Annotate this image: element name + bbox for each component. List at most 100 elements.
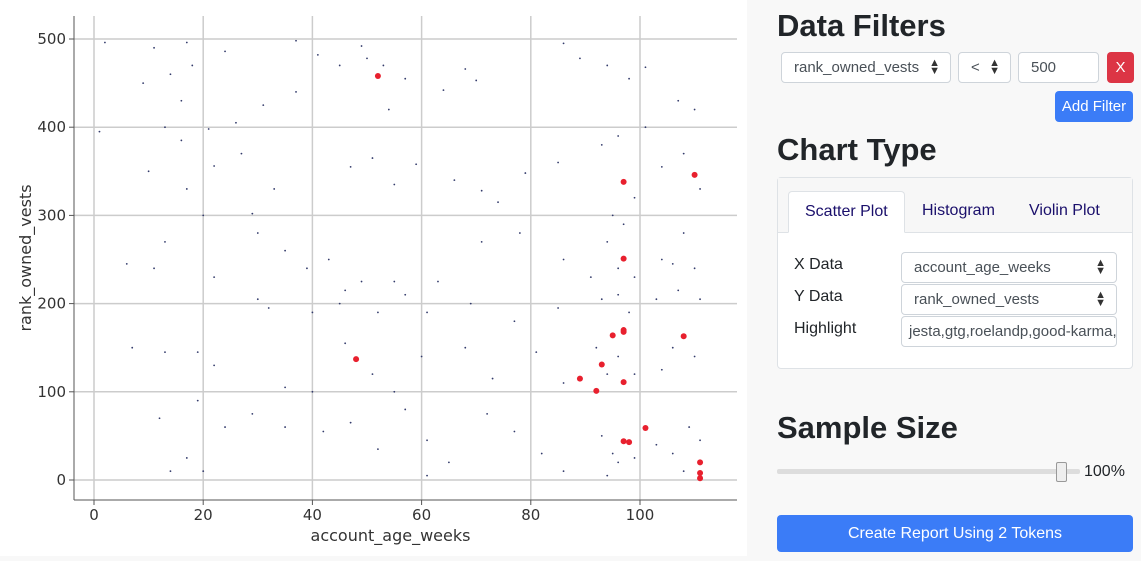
x-tick-label: 60 [412,506,431,524]
data-point [513,430,516,433]
data-point [164,126,166,129]
remove-filter-button[interactable]: X [1107,52,1134,83]
highlighted-point [691,171,698,178]
select-arrows-icon: ▲ ▼ [1095,289,1106,309]
data-point [600,143,603,146]
data-point [338,64,341,67]
data-point [600,435,603,437]
y-axis-label: rank_owned_vests [16,184,36,331]
data-point [693,108,696,111]
data-point [633,196,636,199]
x-tick-label: 100 [626,506,655,524]
data-point [180,99,183,102]
y-tick-label: 0 [56,471,66,489]
data-point [448,461,450,464]
highlighted-point [620,379,627,386]
x-tick-label: 40 [303,506,322,524]
data-point [486,412,489,415]
data-point [393,280,396,283]
data-point [682,470,685,473]
data-point [524,172,527,174]
data-point [393,390,396,393]
filter-value-input[interactable]: 500 [1018,52,1099,83]
highlighted-point [680,333,687,340]
create-report-button[interactable]: Create Report Using 2 Tokens [777,515,1133,552]
data-point [617,461,620,464]
data-point [338,302,341,305]
highlighted-point [593,387,600,394]
x-data-select[interactable]: account_age_weeks ▲ ▼ [901,252,1117,283]
highlighted-point [697,469,704,476]
data-point [284,386,286,389]
data-point [442,89,445,92]
data-point [316,53,319,56]
data-point [611,214,614,217]
x-data-value: account_age_weeks [914,259,1051,276]
chart-type-heading: Chart Type [777,132,937,167]
tab-violin-plot[interactable]: Violin Plot [1013,191,1116,233]
data-point [224,426,226,428]
data-point [404,293,407,296]
data-point [682,152,685,155]
data-point [349,421,352,424]
data-point [131,346,134,349]
data-point [671,452,674,455]
data-point [480,240,483,243]
data-point [180,139,183,142]
data-point [158,417,161,420]
data-point [617,293,620,296]
data-point [475,79,478,82]
data-point [518,232,521,234]
data-point [677,289,680,292]
data-point [693,267,696,270]
highlighted-point [620,255,627,262]
data-point [185,457,188,459]
data-point [420,355,423,358]
data-point [371,373,374,376]
data-point [453,179,456,182]
scatter-chart: 0 20 40 60 80 100 0 100 200 300 400 500 account_age_… [0,0,747,556]
add-filter-button[interactable]: Add Filter [1055,91,1133,122]
y-data-value: rank_owned_vests [914,291,1040,308]
data-point [606,240,609,243]
data-point [606,64,609,67]
chart-type-tabs: Scatter Plot Histogram Violin Plot [778,178,1132,233]
highlighted-point [626,439,633,446]
y-tick-label: 200 [37,295,66,313]
data-point [327,258,330,261]
tab-scatter-plot[interactable]: Scatter Plot [788,191,905,233]
data-point [344,342,347,345]
data-point [311,311,314,314]
data-point [164,351,166,354]
data-point [360,45,363,47]
y-data-select[interactable]: rank_owned_vests ▲ ▼ [901,284,1117,315]
slider-thumb[interactable] [1056,462,1067,482]
data-point [606,373,609,376]
data-point [562,258,565,261]
data-point [191,64,194,67]
data-point [699,298,701,301]
y-tick-label: 100 [37,383,66,401]
data-point [562,382,565,384]
data-point [125,263,128,265]
data-point [415,163,418,166]
tab-histogram[interactable]: Histogram [906,191,1011,233]
filter-operator-value: < [971,59,980,76]
highlighted-point [642,424,649,431]
filter-field-select[interactable]: rank_owned_vests ▲ ▼ [781,52,951,83]
highlight-input[interactable]: jesta,gtg,roelandp,good-karma,t [901,316,1117,347]
data-point [633,457,636,459]
data-point [595,346,598,349]
data-point [469,302,472,305]
highlighted-point [620,328,627,335]
filters-heading: Data Filters [777,8,946,43]
data-point [104,41,106,44]
data-point [628,77,630,80]
data-point [284,249,286,252]
sample-size-slider[interactable] [777,469,1080,474]
data-point [235,121,237,124]
data-point [644,66,647,69]
filter-operator-select[interactable]: < ▲ ▼ [958,52,1011,83]
highlight-label: Highlight [794,320,857,337]
data-point [660,258,663,261]
